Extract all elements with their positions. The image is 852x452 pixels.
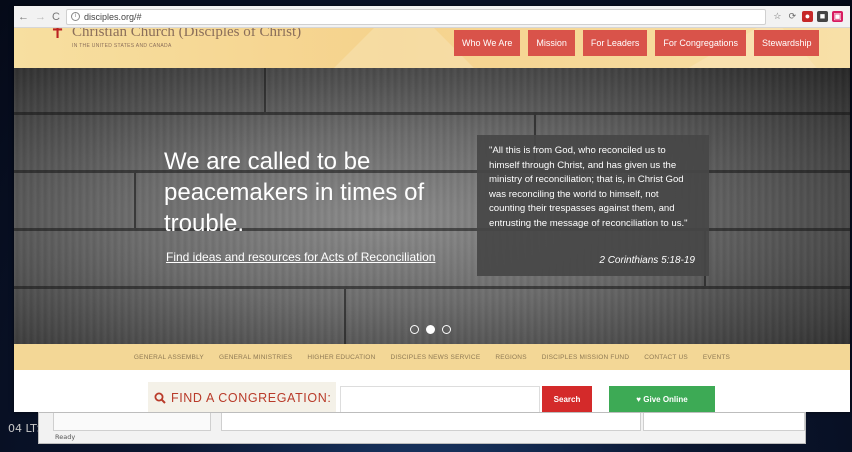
browser-status-area: Ready [38, 412, 806, 444]
scripture-quote: "All this is from God, who reconciled us… [489, 145, 688, 229]
stop-extension-icon[interactable]: ■ [816, 11, 828, 22]
nav-who-we-are[interactable]: Who We Are [454, 30, 521, 56]
give-online-button[interactable]: ♥ Give Online [609, 386, 715, 412]
carousel-dot-3[interactable] [442, 325, 451, 334]
wood-seam [134, 173, 136, 228]
reload-button[interactable]: C [52, 10, 60, 24]
url-text[interactable]: disciples.org/# [84, 12, 142, 22]
scripture-reference: 2 Corinthians 5:18-19 [599, 255, 695, 266]
sync-extension-icon[interactable]: ⟳ [787, 11, 798, 22]
wood-seam [344, 289, 346, 344]
find-congregation-label: FIND A CONGREGATION: [171, 391, 332, 405]
subnav-events[interactable]: EVENTS [703, 354, 730, 361]
screenshot-extension-icon[interactable]: ▣ [831, 11, 843, 22]
nav-for-congregations[interactable]: For Congregations [655, 30, 746, 56]
carousel-indicators [410, 325, 451, 334]
heart-icon: ♥ [636, 395, 642, 404]
main-nav: Who We Are Mission For Leaders For Congr… [454, 30, 820, 56]
org-name[interactable]: Christian Church (Disciples of Christ) [72, 28, 301, 41]
hero-headline: We are called to be peacemakers in times… [164, 148, 425, 237]
page-footer-panel [221, 413, 641, 431]
reconciliation-resources-link[interactable]: Find ideas and resources for Acts of Rec… [166, 250, 435, 264]
give-online-label: Give Online [643, 395, 688, 404]
search-icon [154, 392, 166, 404]
nav-mission[interactable]: Mission [528, 30, 575, 56]
subnav-news-service[interactable]: DISCIPLES NEWS SERVICE [390, 354, 480, 361]
scripture-quote-box: "All this is from God, who reconciled us… [477, 135, 709, 276]
browser-window: ← → C i disciples.org/# ☆ ⟳ ● ■ ▣ ⋮ ✝ Ch… [14, 6, 850, 412]
subnav-mission-fund[interactable]: DISCIPLES MISSION FUND [542, 354, 629, 361]
org-subtitle: IN THE UNITED STATES AND CANADA [72, 43, 172, 49]
hero-carousel: We are called to be peacemakers in times… [14, 68, 850, 344]
subnav-general-assembly[interactable]: GENERAL ASSEMBLY [134, 354, 204, 361]
congregation-search-input[interactable] [340, 386, 540, 412]
carousel-dot-1[interactable] [410, 325, 419, 334]
nav-stewardship[interactable]: Stewardship [753, 30, 820, 56]
info-icon[interactable]: i [70, 12, 80, 21]
page-footer-panel [643, 413, 805, 431]
subnav-higher-education[interactable]: HIGHER EDUCATION [307, 354, 375, 361]
chalice-logo-icon[interactable]: ✝ [50, 28, 65, 43]
carousel-dot-2[interactable] [426, 325, 435, 334]
page-footer-panel [53, 413, 211, 431]
site-header: ✝ Christian Church (Disciples of Christ)… [14, 28, 850, 68]
secondary-nav: GENERAL ASSEMBLY GENERAL MINISTRIES HIGH… [14, 344, 850, 370]
find-congregation-label-box: FIND A CONGREGATION: [148, 382, 336, 412]
subnav-general-ministries[interactable]: GENERAL MINISTRIES [219, 354, 292, 361]
status-bar-text: Ready [55, 433, 76, 441]
congregation-finder: FIND A CONGREGATION: Search ♥ Give Onlin… [14, 370, 850, 412]
search-button[interactable]: Search [542, 386, 592, 412]
subnav-regions[interactable]: REGIONS [495, 354, 526, 361]
forward-button[interactable]: → [35, 10, 46, 24]
record-extension-icon[interactable]: ● [801, 11, 813, 22]
menu-icon[interactable]: ⋮ [847, 11, 850, 22]
wood-seam [264, 68, 266, 112]
browser-toolbar: ← → C i disciples.org/# ☆ ⟳ ● ■ ▣ ⋮ [14, 6, 850, 28]
bookmark-star-icon[interactable]: ☆ [772, 11, 783, 22]
subnav-contact-us[interactable]: CONTACT US [644, 354, 688, 361]
address-bar[interactable]: i disciples.org/# [65, 8, 766, 25]
back-button[interactable]: ← [18, 10, 29, 24]
nav-for-leaders[interactable]: For Leaders [582, 30, 648, 56]
extension-tray: ☆ ⟳ ● ■ ▣ ⋮ [772, 11, 850, 22]
